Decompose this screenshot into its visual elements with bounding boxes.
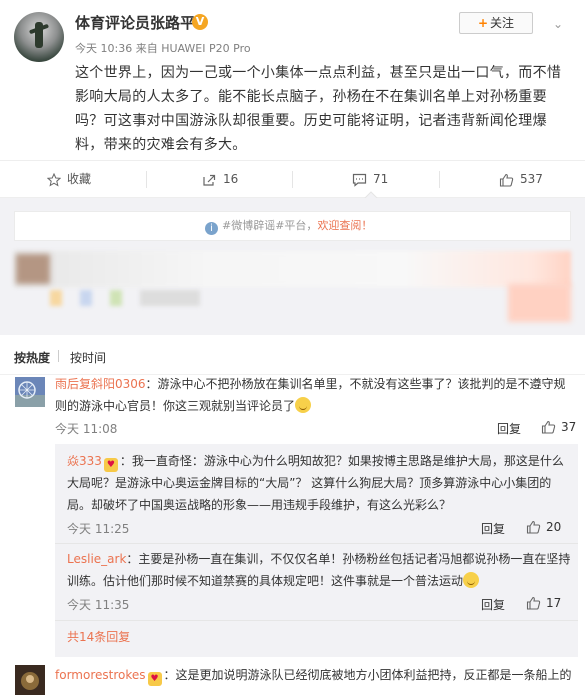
fan-badge-icon: ♥ <box>147 672 162 686</box>
forward-button[interactable]: 16 <box>202 161 238 197</box>
fan-badge-icon: ♥ <box>103 458 118 472</box>
replier-name[interactable]: 焱333 <box>67 454 102 468</box>
reply-list: 焱333 ♥ ：我一直奇怪：游泳中心为什么明知故犯？如果按博主思路是维护大局，那这是… <box>55 444 578 657</box>
like-count: 537 <box>520 172 543 186</box>
post-meta: 今天 10:36 来自 HUAWEI P20 Pro <box>75 42 251 55</box>
comment-like-button[interactable]: 37 <box>541 420 576 434</box>
divider <box>58 350 59 362</box>
divider <box>146 171 147 188</box>
avatar-figure <box>35 22 43 48</box>
commenter-avatar[interactable] <box>15 377 45 407</box>
star-icon <box>47 172 61 187</box>
follow-label: 关注 <box>490 16 515 30</box>
emoji-icon <box>295 397 312 413</box>
divider <box>292 171 293 188</box>
thumbs-up-icon <box>541 420 556 434</box>
divider <box>55 543 578 544</box>
replier-name[interactable]: Leslie_ark <box>67 552 126 566</box>
like-button[interactable]: 537 <box>499 161 543 197</box>
verified-badge-icon: V <box>192 14 208 30</box>
forward-count: 16 <box>223 172 239 186</box>
comment-time: 今天 11:08 <box>55 422 118 436</box>
reply-time: 今天 11:35 <box>67 598 130 612</box>
comment-text: ：这是更加说明游泳队已经彻底被地方小团体利益把持，反正都是一条船上的 <box>163 668 572 682</box>
blurred-submit-button[interactable] <box>508 284 571 322</box>
chevron-down-icon[interactable]: ⌄ <box>553 17 563 31</box>
sort-by-time[interactable]: 按时间 <box>70 349 106 366</box>
favorite-button[interactable]: 收藏 <box>47 161 91 197</box>
thumbs-up-icon <box>526 520 541 534</box>
divider <box>55 620 578 621</box>
blurred-comment-input[interactable] <box>14 251 571 287</box>
blurred-text <box>140 290 200 306</box>
comment-icon <box>352 173 367 187</box>
favorite-label: 收藏 <box>67 172 92 186</box>
thumbs-up-icon <box>499 173 514 187</box>
blurred-emoji <box>50 290 62 306</box>
reply-like-count: 20 <box>546 520 562 534</box>
rumor-notice[interactable]: i #微博辟谣#平台，欢迎查阅！ <box>14 211 571 241</box>
reply-like-count: 17 <box>546 596 562 610</box>
reply-button[interactable]: 回复 <box>497 420 521 437</box>
commenter-avatar[interactable] <box>15 665 45 695</box>
author-avatar[interactable] <box>14 12 64 62</box>
comment-area-top: i #微博辟谣#平台，欢迎查阅！ <box>0 198 585 335</box>
follow-button[interactable]: + 关注 <box>459 12 533 34</box>
reply-time: 今天 11:25 <box>67 522 130 536</box>
action-bar: 收藏 16 71 537 <box>0 160 585 198</box>
comment-like-count: 37 <box>561 420 577 434</box>
blurred-avatar <box>16 254 50 284</box>
reply-text: ：主要是孙杨一直在集训，不仅仅名单！孙杨粉丝包括记者冯旭都说孙杨一直在坚持训练。… <box>67 552 571 588</box>
reply-button[interactable]: 回复 <box>481 520 505 537</box>
reply-body: 焱333 ♥ ：我一直奇怪：游泳中心为什么明知故犯？如果按博主思路是维护大局，那这是… <box>67 450 572 516</box>
notice-text: #微博辟谣#平台， <box>222 219 318 232</box>
emoji-icon <box>463 572 480 588</box>
notice-link[interactable]: 欢迎查阅！ <box>317 219 372 232</box>
divider <box>439 171 440 188</box>
comment-body: 雨后复斜阳0306：游泳中心不把孙杨放在集训名单里，不就没有这些事了？该批判的是… <box>55 373 575 417</box>
commenter-name[interactable]: formorestrokes <box>55 668 146 682</box>
reply-like-button[interactable]: 20 <box>526 520 561 534</box>
blurred-emoji <box>110 290 122 306</box>
author-name[interactable]: 体育评论员张路平 <box>75 12 195 33</box>
post-card: 体育评论员张路平 V 今天 10:36 来自 HUAWEI P20 Pro + 关… <box>0 0 585 160</box>
thumbs-up-icon <box>526 596 541 610</box>
share-icon <box>203 174 216 186</box>
commenter-name[interactable]: 雨后复斜阳0306 <box>55 377 146 391</box>
view-all-replies-link[interactable]: 共14条回复 <box>67 628 130 645</box>
comment-count: 71 <box>373 172 389 186</box>
reply-text: ：我一直奇怪：游泳中心为什么明知故犯？如果按博主思路是维护大局，那这是什么大局呢… <box>67 454 564 512</box>
info-icon: i <box>205 222 218 235</box>
reply-body: Leslie_ark：主要是孙杨一直在集训，不仅仅名单！孙杨粉丝包括记者冯旭都说… <box>67 548 572 592</box>
reply-button[interactable]: 回复 <box>481 596 505 613</box>
reply-like-button[interactable]: 17 <box>526 596 561 610</box>
plus-icon: + <box>477 16 489 30</box>
sort-by-hot[interactable]: 按热度 <box>14 349 50 366</box>
comment-body: formorestrokes ♥ ：这是更加说明游泳队已经彻底被地方小团体利益把持，… <box>55 664 575 686</box>
blurred-emoji <box>80 290 92 306</box>
sort-bar: 按热度 按时间 <box>0 335 585 375</box>
post-text: 这个世界上，因为一己或一个小集体一点点利益，甚至只是出一口气，而不惜影响大局的人… <box>75 65 562 153</box>
